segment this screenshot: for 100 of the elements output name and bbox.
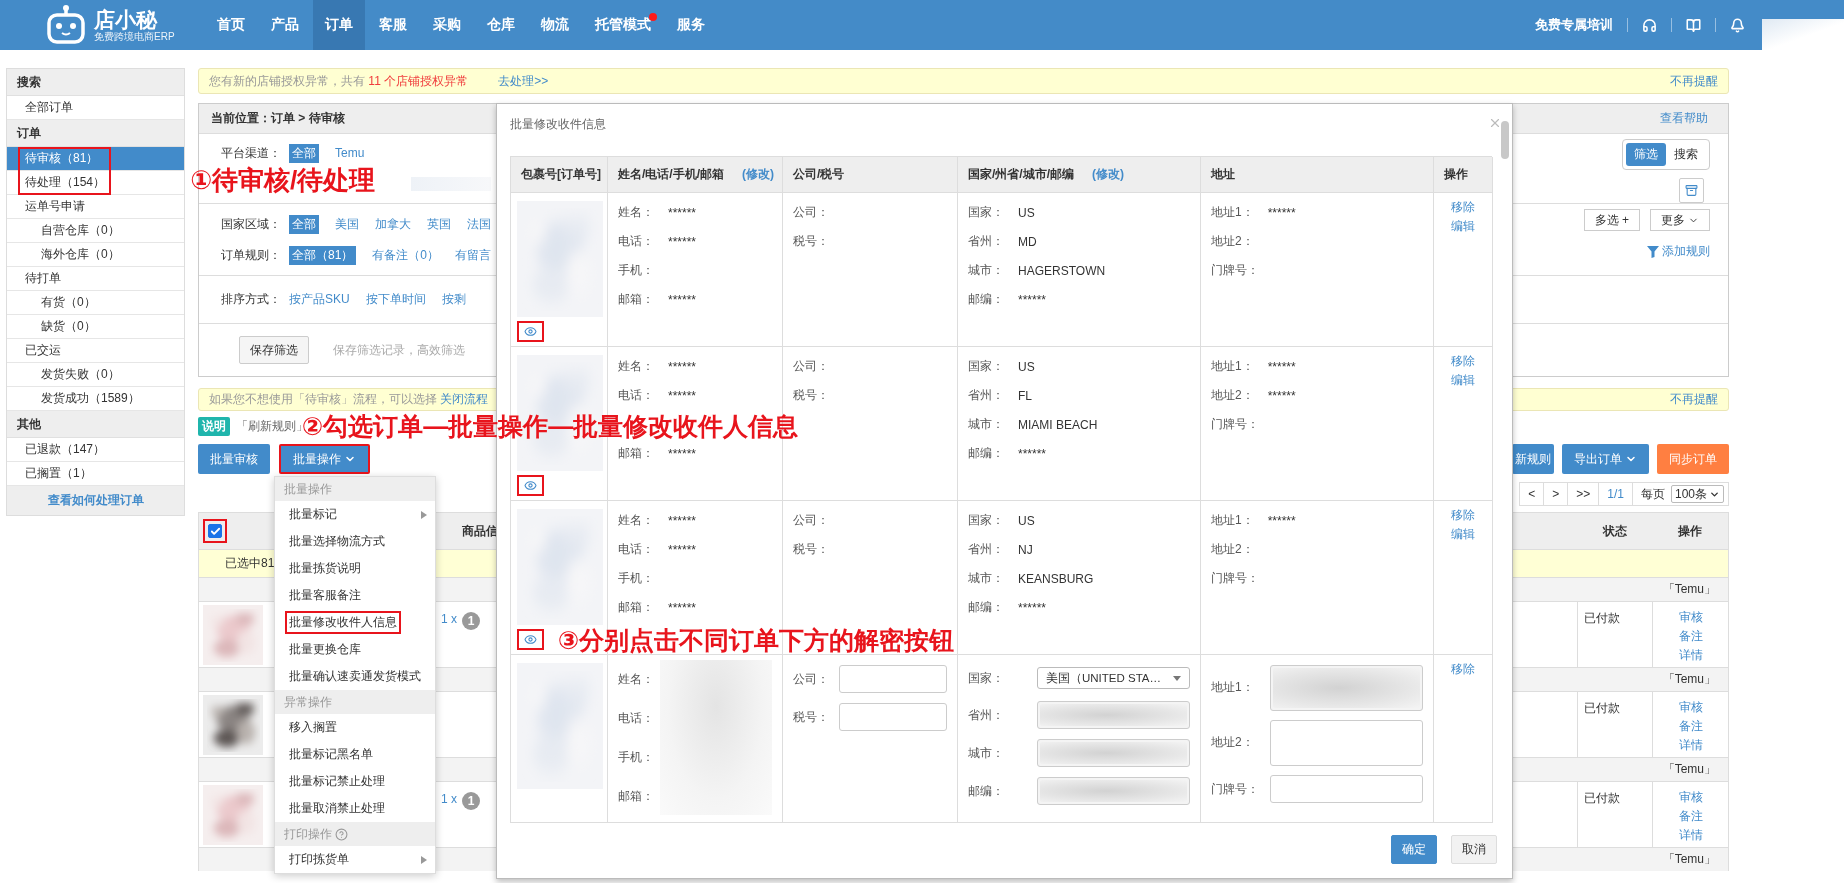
row-action-link[interactable]: 移除 — [1451, 352, 1475, 371]
row-action-link[interactable]: 审核 — [1678, 788, 1703, 807]
edit-link[interactable]: (修改) — [742, 166, 774, 183]
row-action-link[interactable]: 移除 — [1451, 198, 1475, 217]
menu-item[interactable]: 批量标记 — [275, 501, 435, 528]
more-button[interactable]: 更多 — [1650, 209, 1710, 231]
filter-option[interactable]: 按下单时间 — [365, 290, 426, 309]
input-field[interactable] — [1270, 775, 1423, 803]
edit-link[interactable]: (修改) — [1092, 166, 1124, 183]
filter-option[interactable]: 加拿大 — [375, 214, 411, 234]
save-filter-button[interactable]: 保存筛选 — [239, 336, 309, 364]
row-action-link[interactable]: 编辑 — [1451, 371, 1475, 390]
archive-icon[interactable] — [1679, 178, 1704, 203]
filter-option[interactable]: 有留言 — [455, 245, 492, 265]
dialog-button[interactable]: 确定 — [1391, 835, 1437, 864]
field-value: HAGERSTOWN — [1018, 263, 1106, 278]
action-button[interactable]: 新规则 — [1512, 444, 1554, 474]
row-action-link[interactable]: 移除 — [1451, 660, 1475, 679]
close-icon[interactable] — [1488, 116, 1502, 130]
filter-option[interactable]: 全部 — [289, 143, 319, 163]
menu-item[interactable]: 批量更换仓库 — [275, 636, 435, 663]
menu-item[interactable]: 批量拣货说明 — [275, 555, 435, 582]
column-title: 地址 — [1211, 166, 1235, 183]
bell-icon[interactable] — [1730, 17, 1745, 33]
action-button[interactable]: 同步订单 — [1657, 444, 1729, 474]
page-button[interactable]: > — [1543, 483, 1568, 505]
nav-item[interactable]: 客服 — [367, 0, 419, 50]
nav-item[interactable]: 产品 — [259, 0, 311, 50]
filter-option[interactable]: 全部（81） — [289, 245, 357, 265]
action-button[interactable]: 批量操作 — [279, 444, 370, 474]
row-action-link[interactable]: 详情 — [1678, 646, 1703, 665]
menu-item[interactable]: 批量标记禁止处理 — [275, 768, 435, 795]
help-link[interactable]: 查看帮助 — [1660, 110, 1708, 127]
nav-item[interactable]: 仓库 — [475, 0, 527, 50]
nav-item[interactable]: 订单 — [313, 0, 365, 50]
field-value: KEANSBURG — [1018, 571, 1094, 586]
action-button[interactable]: 导出订单 — [1562, 444, 1649, 474]
sidebar-item[interactable]: 待审核（81） — [7, 147, 184, 171]
filter-icon — [1647, 245, 1659, 258]
multi-select-button[interactable]: 多选 + — [1583, 209, 1640, 231]
filter-option[interactable]: 有备注（0） — [372, 245, 440, 265]
per-page-label: 每页 — [1631, 483, 1671, 505]
row-action-link[interactable]: 编辑 — [1451, 217, 1475, 236]
help-link[interactable]: 查看如何处理订单 — [7, 486, 184, 515]
menu-item[interactable]: 批量选择物流方式 — [275, 528, 435, 555]
input-field[interactable] — [839, 665, 947, 693]
field-label: 国家： — [968, 512, 1004, 529]
shop-name: 「Temu」 — [1662, 671, 1716, 688]
headset-icon[interactable] — [1642, 17, 1657, 33]
row-action-link[interactable]: 详情 — [1678, 736, 1703, 755]
nav-item[interactable]: 物流 — [529, 0, 581, 50]
menu-item[interactable]: 移入搁置 — [275, 714, 435, 741]
dismiss-link[interactable]: 不再提醒 — [1670, 72, 1718, 90]
filter-option[interactable]: 全部 — [289, 214, 319, 234]
select-all-checkbox[interactable] — [208, 524, 222, 538]
per-page-select[interactable]: 100条 — [1670, 485, 1724, 503]
action-button[interactable]: 批量审核 — [198, 444, 270, 474]
nav-item[interactable]: 服务 — [665, 0, 717, 50]
menu-item[interactable]: 批量客服备注 — [275, 582, 435, 609]
filter-option[interactable]: 按剩 — [441, 290, 466, 309]
menu-item[interactable]: 批量取消禁止处理 — [275, 795, 435, 822]
filter-option[interactable]: Temu — [335, 145, 365, 161]
toggle-option[interactable]: 筛选 — [1626, 143, 1666, 166]
nav-item[interactable]: 首页 — [205, 0, 257, 50]
filter-option[interactable]: 美国 — [335, 214, 359, 234]
close-flow-link[interactable]: 关闭流程 — [440, 392, 489, 406]
row-action-link[interactable]: 备注 — [1678, 627, 1703, 646]
page-button[interactable]: < — [1520, 483, 1544, 505]
filter-label: 国家区域： — [221, 215, 282, 233]
row-action-link[interactable]: 审核 — [1678, 698, 1703, 717]
text-area[interactable] — [1270, 719, 1423, 766]
country-select[interactable]: 美国（UNITED STA… — [1037, 667, 1190, 689]
field-value: US — [1018, 359, 1035, 374]
row-action-link[interactable]: 详情 — [1678, 826, 1703, 845]
dialog-button[interactable]: 取消 — [1451, 835, 1497, 864]
add-rule-link[interactable]: 添加规则 — [1647, 243, 1710, 260]
handle-link[interactable]: 去处理>> — [498, 72, 549, 90]
scrollbar[interactable] — [1501, 121, 1509, 159]
row-action-link[interactable]: 移除 — [1451, 506, 1475, 525]
page-button[interactable]: >> — [1567, 483, 1599, 505]
row-action-link[interactable]: 审核 — [1678, 608, 1703, 627]
shop-name: 「Temu」 — [1662, 851, 1716, 868]
nav-item[interactable]: 采购 — [421, 0, 473, 50]
filter-option[interactable]: 按产品SKU — [289, 290, 350, 309]
menu-item[interactable]: 打印拣货单 — [275, 846, 435, 873]
book-icon[interactable] — [1686, 17, 1701, 33]
page-number[interactable]: 1/1 — [1598, 483, 1632, 505]
dismiss-link[interactable]: 不再提醒 — [1670, 391, 1718, 408]
logo-tagline: 免费跨境电商ERP — [94, 31, 175, 42]
filter-option[interactable]: 英国 — [427, 214, 451, 234]
menu-item[interactable]: 批量确认速卖通发货模式 — [275, 663, 435, 690]
input-field[interactable] — [839, 703, 947, 731]
filter-option[interactable]: 法国 — [467, 214, 491, 234]
robot-logo-icon — [45, 5, 87, 45]
row-action-link[interactable]: 编辑 — [1451, 525, 1475, 544]
menu-item[interactable]: 批量标记黑名单 — [275, 741, 435, 768]
row-action-link[interactable]: 备注 — [1678, 807, 1703, 826]
nav-item[interactable]: 托管模式 — [583, 0, 663, 50]
row-action-link[interactable]: 备注 — [1678, 717, 1703, 736]
training-link[interactable]: 免费专属培训 — [1535, 16, 1613, 34]
